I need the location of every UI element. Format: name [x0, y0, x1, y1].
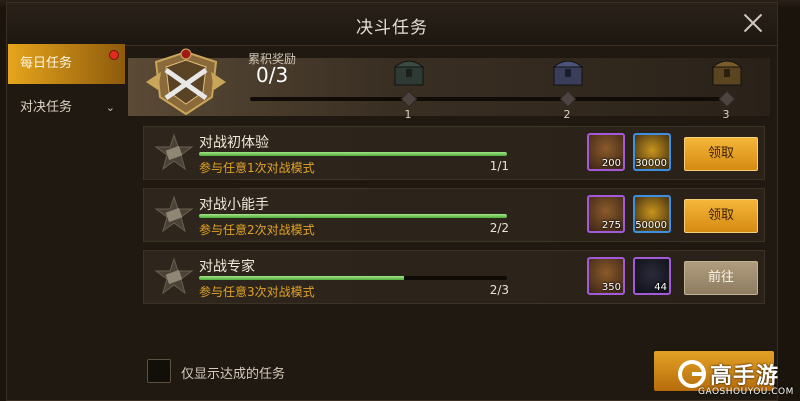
reward-badge-icon[interactable]: 275 [587, 195, 625, 233]
tab-duel-tasks[interactable]: 对决任务 ⌄ [8, 88, 125, 128]
task-row: 对战专家 参与任意3次对战模式 2/3 350 44 前往 [143, 250, 765, 304]
task-progress-bar [199, 276, 507, 280]
tab-duel-label: 对决任务 [20, 100, 73, 115]
task-emblem-icon [154, 133, 194, 171]
task-progress-bar [199, 214, 507, 218]
task-progress-text: 2/3 [489, 283, 509, 297]
go-button[interactable]: 前往 [684, 261, 758, 295]
task-progress-fill [199, 152, 507, 156]
reward-amount: 350 [601, 282, 621, 293]
close-icon[interactable] [741, 11, 765, 35]
task-progress-fill [199, 276, 405, 280]
task-emblem-icon [154, 195, 194, 233]
task-progress-bar [199, 152, 507, 156]
chest-icon[interactable] [550, 55, 586, 89]
watermark-name: 高手游 [710, 364, 780, 389]
task-progress-text: 1/1 [489, 159, 509, 173]
claim-button[interactable]: 领取 [684, 199, 758, 233]
chevron-down-icon: ⌄ [105, 101, 115, 114]
task-row: 对战小能手 参与任意2次对战模式 2/2 275 50000 领取 [143, 188, 765, 242]
reward-amount: 275 [601, 220, 621, 231]
task-description: 参与任意2次对战模式 [199, 223, 315, 237]
watermark: 高手游 GAOSHOUYOU.COM [676, 356, 800, 401]
milestone-label: 3 [722, 108, 730, 121]
sidebar: 每日任务 对决任务 ⌄ [8, 44, 125, 384]
task-progress-text: 2/2 [489, 221, 509, 235]
item-card-icon[interactable]: 44 [633, 257, 671, 295]
gold-coins-icon[interactable]: 30000 [633, 133, 671, 171]
gold-coins-icon[interactable]: 50000 [633, 195, 671, 233]
rank-medal-icon [146, 48, 226, 116]
watermark-url: GAOSHOUYOU.COM [698, 387, 794, 397]
milestone-track [250, 97, 732, 101]
task-emblem-icon [154, 257, 194, 295]
reward-badge-icon[interactable]: 350 [587, 257, 625, 295]
task-title: 对战初体验 [199, 135, 269, 151]
window-title: 决斗任务 [356, 18, 428, 38]
milestone-label: 1 [404, 108, 412, 121]
notification-dot-icon [109, 50, 119, 60]
watermark-logo-icon [678, 360, 706, 388]
reward-badge-icon[interactable]: 200 [587, 133, 625, 171]
task-row: 对战初体验 参与任意1次对战模式 1/1 200 30000 领取 [143, 126, 765, 180]
reward-amount: 200 [601, 158, 621, 169]
show-completed-label: 仅显示达成的任务 [181, 367, 286, 382]
task-title: 对战专家 [199, 259, 255, 275]
reward-amount: 50000 [635, 220, 667, 231]
reward-amount: 44 [654, 282, 667, 293]
task-title: 对战小能手 [199, 197, 269, 213]
milestone-label: 2 [563, 108, 571, 121]
title-bar: 决斗任务 [7, 3, 777, 46]
claim-button[interactable]: 领取 [684, 137, 758, 171]
tab-daily-label: 每日任务 [20, 56, 73, 71]
accumulated-reward-value: 0/3 [256, 63, 289, 87]
task-description: 参与任意1次对战模式 [199, 161, 315, 175]
tab-daily-tasks[interactable]: 每日任务 [8, 44, 125, 84]
reward-amount: 30000 [635, 158, 667, 169]
show-completed-checkbox[interactable] [147, 359, 171, 383]
chest-icon[interactable] [391, 55, 427, 89]
task-progress-fill [199, 214, 507, 218]
chest-icon[interactable] [709, 55, 745, 89]
task-description: 参与任意3次对战模式 [199, 285, 315, 299]
